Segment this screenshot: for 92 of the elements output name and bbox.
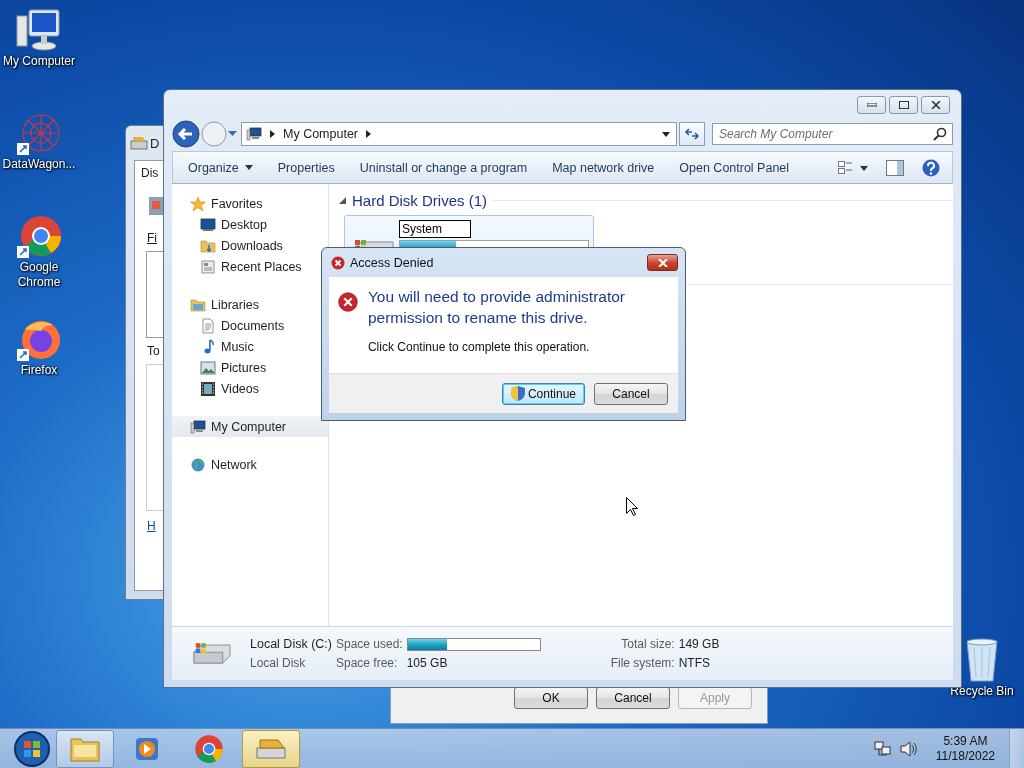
computer-icon (246, 126, 262, 142)
drive-icon (130, 136, 148, 150)
nav-item[interactable]: Desktop (172, 214, 328, 235)
drive-type: Local Disk (250, 656, 307, 670)
desktop-icon-label[interactable]: DataWagon... (1, 157, 77, 172)
preview-pane-icon[interactable] (886, 159, 904, 176)
chrome-icon[interactable] (15, 214, 63, 260)
chevron-icon[interactable] (366, 130, 372, 138)
computer-icon (190, 418, 206, 435)
computer-icon[interactable] (15, 8, 63, 54)
view-options-icon[interactable] (838, 160, 868, 175)
field-label: Space free: (335, 656, 399, 670)
recycle-bin-icon[interactable] (964, 636, 1000, 684)
collapse-icon[interactable] (339, 197, 346, 204)
toolbar-button[interactable]: Uninstall or change a program (350, 156, 537, 179)
toolbar-button[interactable]: Organize (179, 156, 262, 179)
globe-icon (190, 456, 206, 473)
search-icon[interactable] (933, 127, 947, 141)
drive-icon (149, 195, 163, 217)
close-icon (657, 258, 668, 267)
desktop-icon-label[interactable]: My Computer (1, 54, 77, 69)
nav-item[interactable]: Network (172, 454, 328, 475)
rename-field[interactable]: System (399, 220, 471, 238)
image-icon (200, 359, 216, 376)
dialog-title: Access Denied (350, 255, 434, 270)
minimize-icon (866, 103, 877, 107)
dialog-heading: You will need to provide administrator permission to rename this drive. (367, 287, 626, 328)
field-value: NTFS (678, 656, 712, 670)
toolbar-button[interactable]: Properties (268, 156, 344, 179)
clock-time: 5:39 AM (943, 733, 988, 749)
shield-icon (510, 386, 525, 401)
cursor-icon (626, 497, 638, 516)
dropdown-icon[interactable] (662, 131, 670, 137)
close-button[interactable] (647, 254, 678, 271)
dialog-button[interactable]: Cancel (594, 382, 668, 405)
field-label: File system: (610, 656, 675, 670)
network-pattern-icon[interactable] (15, 111, 63, 157)
group-header[interactable]: Hard Disk Drives (1) (352, 192, 487, 209)
search-field[interactable]: Search My Computer (712, 123, 953, 145)
film-icon (200, 380, 216, 397)
breadcrumb[interactable]: My Computer (283, 127, 359, 141)
monitor-icon (200, 216, 216, 233)
dialog-button[interactable]: Cancel (596, 687, 670, 709)
field-label: Total size: (620, 637, 675, 651)
network-icon[interactable] (873, 740, 892, 757)
help-icon[interactable] (922, 158, 940, 177)
dialog-message: Click Continue to complete this operation. (367, 340, 591, 354)
nav-item[interactable]: Videos (172, 378, 328, 399)
nav-item[interactable]: Downloads (172, 235, 328, 256)
back-button[interactable] (172, 120, 200, 148)
desktop-icon-label[interactable]: Google Chrome (1, 260, 77, 290)
field-label: To (146, 344, 160, 358)
dialog-button[interactable]: OK (514, 687, 588, 709)
nav-item[interactable]: Recent Places (172, 256, 328, 277)
toolbar-button[interactable]: Open Control Panel (670, 156, 799, 179)
desktop-icon-label[interactable]: Firefox (1, 363, 77, 378)
drive-name: Local Disk (C:) (250, 637, 332, 651)
address-bar[interactable]: My Computer (241, 122, 677, 146)
chevron-icon[interactable] (270, 130, 275, 138)
nav-item[interactable]: Music (172, 336, 328, 357)
document-icon (200, 317, 216, 334)
nav-item[interactable]: Favorites (172, 193, 328, 214)
clock-date: 11/18/2022 (935, 748, 995, 764)
window-title: D (150, 135, 160, 151)
field-label: Space used: (335, 637, 403, 651)
field-label: Fi (146, 231, 157, 245)
maximize-button[interactable] (889, 96, 918, 114)
tab[interactable]: Dis (139, 165, 161, 181)
chrome-icon (194, 733, 224, 764)
field-value: 149 GB (678, 637, 720, 651)
nav-item[interactable]: Libraries (172, 294, 328, 315)
close-button[interactable] (921, 96, 950, 114)
maximize-icon (898, 101, 909, 109)
refresh-icon (684, 127, 700, 141)
refresh-button[interactable] (679, 122, 705, 146)
clock[interactable]: 5:39 AM 11/18/2022 (935, 733, 995, 764)
nav-item[interactable]: My Computer (172, 416, 328, 437)
library-icon (190, 296, 206, 313)
recent-places-icon (200, 258, 216, 275)
volume-icon[interactable] (899, 740, 918, 757)
nav-item[interactable]: Pictures (172, 357, 328, 378)
nav-item[interactable]: Documents (172, 315, 328, 336)
folder-icon (200, 237, 216, 254)
star-icon (190, 195, 206, 212)
start-button[interactable] (12, 728, 52, 768)
error-icon (331, 255, 345, 270)
help-link[interactable]: H (139, 519, 156, 533)
field-value: 105 GB (406, 656, 449, 670)
history-dropdown-icon[interactable] (228, 131, 237, 137)
toolbar-button[interactable]: Map network drive (543, 156, 664, 179)
dialog-button[interactable]: Continue (501, 382, 585, 405)
close-icon (930, 101, 941, 109)
